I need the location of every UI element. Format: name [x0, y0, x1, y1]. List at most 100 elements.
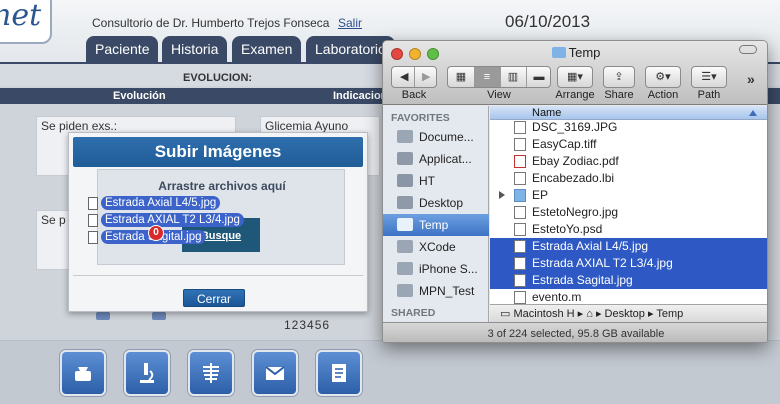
microscope-icon[interactable] — [124, 350, 170, 396]
path-item-temp[interactable]: Temp — [656, 308, 683, 320]
file-row[interactable]: Ebay Zodiac.pdf — [490, 153, 767, 170]
home-icon — [397, 174, 413, 187]
evolution-note-2-text: Se p — [41, 213, 66, 227]
folder-row[interactable]: EP — [490, 187, 767, 204]
sidebar-item-iphone-sim[interactable]: iPhone S... — [383, 258, 489, 280]
sidebar-item-applications[interactable]: Applicat... — [383, 148, 489, 170]
tab-historia[interactable]: Historia — [162, 36, 228, 63]
file-row-selected[interactable]: Estrada Sagital.jpg — [490, 272, 767, 289]
sidebar-item-documents[interactable]: Docume... — [383, 126, 489, 148]
indication-note-text: Glicemia Ayuno — [265, 119, 349, 133]
file-row-selected[interactable]: Estrada AXIAL T2 L3/4.jpg — [490, 255, 767, 272]
column-view-icon[interactable]: ▥ — [500, 67, 526, 87]
file-row-selected[interactable]: Estrada Axial L4/5.jpg — [490, 238, 767, 255]
column-indicacion: Indicacion — [333, 90, 388, 102]
share-button[interactable]: ⇪ — [603, 66, 635, 88]
coverflow-view-icon[interactable]: ▬ — [526, 67, 552, 87]
image-file-icon — [514, 240, 526, 253]
home-folder-icon[interactable]: ⌂ — [586, 308, 593, 320]
image-file-icon — [514, 274, 526, 287]
close-button[interactable]: Cerrar — [183, 289, 245, 307]
sidebar-item-label: Temp — [419, 218, 449, 232]
file-row[interactable]: DSC_3169.JPG — [490, 119, 767, 136]
sidebar-item-home[interactable]: HT — [383, 170, 489, 192]
sidebar-item-mpn-test[interactable]: MPN_Test — [383, 280, 489, 302]
column-header-label: Name — [532, 107, 562, 119]
folder-icon — [397, 284, 413, 297]
sidebar-item-label: iPhone S... — [419, 262, 478, 276]
file-row[interactable]: Encabezado.lbi — [490, 170, 767, 187]
folder-icon — [397, 240, 413, 253]
file-name: Encabezado.lbi — [532, 171, 615, 185]
modal-title: Subir Imágenes — [73, 137, 363, 167]
column-header-name[interactable]: Name — [490, 106, 767, 120]
prev-arrow-icon[interactable] — [96, 312, 110, 320]
share-icon: ⇪ — [614, 71, 624, 83]
toolbar-toggle-icon[interactable] — [739, 45, 757, 54]
arrange-grid-icon: ▦▾ — [567, 71, 583, 83]
footer-toolbar — [0, 340, 780, 404]
file-row[interactable]: EstetoYo.psd — [490, 221, 767, 238]
gear-icon: ⚙▾ — [655, 71, 671, 83]
file-name: Estrada AXIAL T2 L3/4.jpg — [532, 256, 673, 270]
status-bar: 3 of 224 selected, 95.8 GB available — [383, 322, 767, 342]
arrange-label: Arrange — [555, 89, 595, 101]
image-file-icon — [514, 121, 526, 134]
view-segmented-control[interactable]: ▦ ≡ ▥ ▬ — [447, 66, 551, 88]
icon-view-icon[interactable]: ▦ — [448, 67, 474, 87]
drag-count-badge: 0 — [148, 225, 164, 241]
dragged-file: Estrada Axial L4/5.jpg — [88, 195, 221, 211]
back-arrow-icon[interactable]: ◀ — [400, 67, 408, 87]
drop-label: Arrastre archivos aquí — [158, 179, 286, 193]
list-view-icon[interactable]: ≡ — [474, 67, 500, 87]
document-icon[interactable] — [316, 350, 362, 396]
image-file-icon — [88, 213, 98, 227]
next-arrow-icon[interactable] — [152, 312, 166, 320]
folder-icon — [397, 218, 413, 231]
sidebar-item-desktop[interactable]: Desktop — [383, 192, 489, 214]
sidebar-item-label: Applicat... — [419, 152, 472, 166]
medication-icon[interactable] — [60, 350, 106, 396]
file-row[interactable]: EstetoNegro.jpg — [490, 204, 767, 221]
pager[interactable]: 123456 — [284, 318, 330, 332]
mail-icon[interactable] — [252, 350, 298, 396]
file-row[interactable]: EasyCap.tiff — [490, 136, 767, 153]
path-button[interactable]: ☰▾ — [691, 66, 727, 88]
path-item-desktop[interactable]: Desktop — [605, 308, 645, 320]
file-name: DSC_3169.JPG — [532, 120, 618, 134]
image-file-icon — [514, 257, 526, 270]
path-bar: ▭ Macintosh H ▸ ⌂ ▸ Desktop ▸ Temp — [490, 304, 767, 322]
evolution-note-text: Se piden exs.: — [41, 119, 118, 133]
file-name: evento.m — [532, 290, 582, 304]
sidebar-item-temp[interactable]: Temp — [383, 214, 489, 236]
drop-zone[interactable]: Arrastre archivos aquí Busque Estrada Ax… — [88, 169, 345, 265]
forward-arrow-icon[interactable]: ▶ — [422, 67, 430, 87]
folder-icon — [397, 262, 413, 275]
folder-icon — [551, 47, 566, 58]
logout-link[interactable]: Salir — [338, 16, 362, 30]
dragged-file-label: Estrada Axial L4/5.jpg — [101, 196, 221, 210]
pdf-file-icon — [514, 155, 526, 168]
image-file-icon — [514, 206, 526, 219]
file-name: EP — [532, 188, 549, 202]
more-chevron-icon[interactable]: » — [747, 71, 755, 87]
modal-divider — [73, 275, 363, 276]
window-title-text: Temp — [568, 45, 601, 60]
dragged-file: Estrada AXIAL T2 L3/4.jpg — [88, 212, 244, 228]
path-separator-icon: ▸ — [577, 308, 587, 320]
file-name: Estrada Axial L4/5.jpg — [532, 239, 649, 253]
xray-icon[interactable] — [188, 350, 234, 396]
path-item-disk[interactable]: Macintosh H — [513, 308, 574, 320]
tab-paciente[interactable]: Paciente — [86, 36, 159, 63]
sort-ascending-icon — [749, 110, 757, 116]
shared-heading: SHARED — [391, 307, 436, 319]
sidebar-item-label: XCode — [419, 240, 456, 254]
sidebar-item-xcode[interactable]: XCode — [383, 236, 489, 258]
back-forward-buttons[interactable]: ◀ ▶ — [391, 66, 437, 88]
finder-window: Temp ◀ ▶ Back ▦ ≡ ▥ ▬ View ▦▾ Arrange ⇪ — [382, 40, 768, 343]
disclosure-triangle-icon[interactable] — [499, 191, 505, 199]
tab-examen[interactable]: Examen — [232, 36, 302, 63]
arrange-button[interactable]: ▦▾ — [557, 66, 593, 88]
image-file-icon — [514, 138, 526, 151]
action-button[interactable]: ⚙▾ — [645, 66, 681, 88]
